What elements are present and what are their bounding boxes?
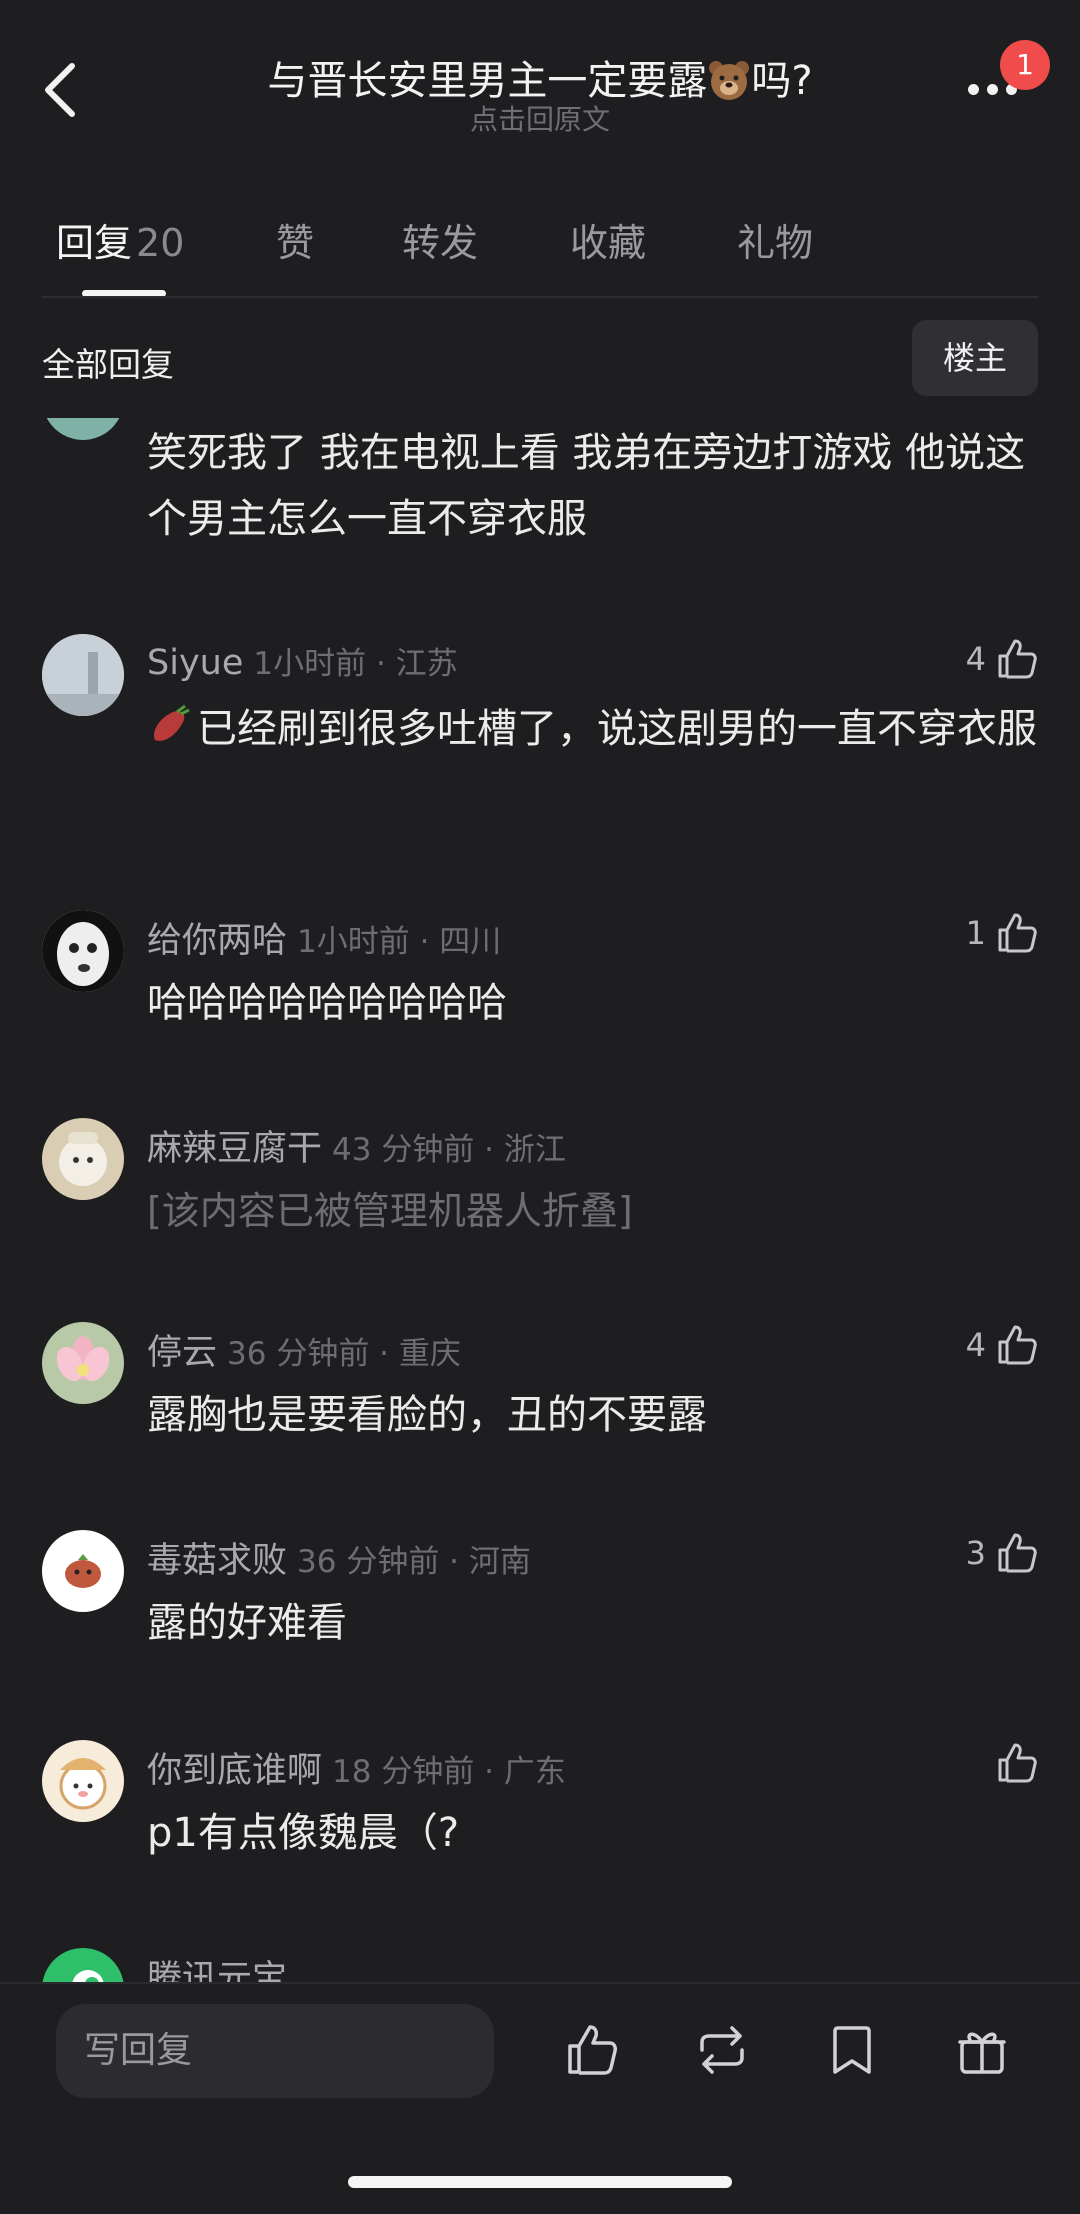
comment-author[interactable]: 毒菇求败 36 分钟前 · 河南: [147, 1532, 531, 1583]
like-count: 4: [965, 640, 986, 678]
thumbs-up-icon: [998, 1325, 1037, 1365]
thumbs-up-icon: [998, 639, 1037, 679]
reply-input[interactable]: 写回复: [56, 2004, 494, 2098]
like-count: 1: [965, 914, 986, 952]
author-name: 给你两哈: [147, 921, 288, 961]
avatar[interactable]: [42, 1530, 124, 1612]
avatar[interactable]: [42, 1118, 124, 1200]
author-name: 麻辣豆腐干: [147, 1129, 323, 1169]
comment-author[interactable]: 停云 36 分钟前 · 重庆: [147, 1324, 461, 1375]
sweet-potato-emoji-icon: [147, 702, 191, 746]
thumbs-up-icon: [998, 913, 1037, 953]
bear-emoji-icon: [707, 58, 751, 102]
avatar-image: [42, 1948, 124, 1982]
thumbs-up-icon: [998, 1743, 1037, 1783]
more-dot: [987, 84, 998, 95]
notification-badge: 1: [1000, 40, 1050, 90]
avatar[interactable]: [42, 910, 124, 992]
gift-button[interactable]: [952, 2020, 1012, 2080]
avatar[interactable]: [42, 1740, 124, 1822]
avatar[interactable]: [42, 1322, 124, 1404]
comment-author[interactable]: 给你两哈 1小时前 · 四川: [147, 912, 501, 963]
op-only-button[interactable]: 楼主: [912, 320, 1038, 396]
author-name: 腾讯元宝: [147, 1959, 288, 1982]
avatar-image: [42, 1530, 124, 1612]
author-name: 毒菇求败: [147, 1541, 288, 1581]
tab-likes[interactable]: 赞: [276, 212, 314, 267]
comment-text: 露的好难看: [147, 1600, 347, 1646]
tab-reposts[interactable]: 转发: [402, 212, 478, 267]
repost-icon: [700, 2026, 744, 2074]
comment-meta: 1小时前 · 江苏: [253, 646, 458, 682]
comment-meta: 36 分钟前 · 河南: [297, 1544, 531, 1580]
like-count: 4: [965, 1326, 986, 1364]
avatar-image: [42, 1322, 124, 1404]
tab-favorites[interactable]: 收藏: [570, 212, 646, 267]
avatar[interactable]: [42, 1948, 124, 1982]
avatar-image: [42, 634, 124, 716]
comment-body: 已经刷到很多吐槽了，说这剧男的一直不穿衣服: [147, 696, 1047, 762]
comment-author[interactable]: 腾讯元宝: [147, 1950, 287, 1982]
like-button[interactable]: [994, 1738, 1040, 1788]
thumbs-up-icon: [998, 1533, 1037, 1573]
comment-meta: 43 分钟前 · 浙江: [332, 1132, 566, 1168]
author-name: 停云: [147, 1333, 218, 1373]
like-button[interactable]: 3: [966, 1528, 1040, 1578]
comment-text: 笑死我了 我在电视上看 我弟在旁边打游戏 他说这个男主怎么一直不穿衣服: [147, 430, 1026, 542]
like-count: 3: [965, 1534, 986, 1572]
comment-text: 哈哈哈哈哈哈哈哈哈: [147, 980, 507, 1026]
comment-text: 露胸也是要看脸的，丑的不要露: [147, 1392, 707, 1438]
more-dot: [968, 84, 979, 95]
like-button[interactable]: 1: [966, 908, 1040, 958]
avatar[interactable]: [42, 634, 124, 716]
comment-author[interactable]: 麻辣豆腐干 43 分钟前 · 浙江: [147, 1120, 566, 1171]
bookmark-button[interactable]: [822, 2020, 882, 2080]
divider: [42, 296, 1038, 298]
tab-replies[interactable]: 回复 20: [56, 212, 184, 267]
bookmark-icon: [833, 2026, 871, 2074]
comment-author[interactable]: 你到底谁啊 18 分钟前 · 广东: [147, 1742, 566, 1793]
avatar-image: [42, 1740, 124, 1822]
avatar-image: [42, 910, 124, 992]
folded-comment-notice[interactable]: [该内容已被管理机器人折叠]: [147, 1178, 1047, 1244]
reply-count: 20: [136, 221, 185, 265]
all-replies-label: 全部回复: [42, 345, 174, 384]
tab-label: 回复: [56, 221, 133, 265]
comment-author[interactable]: Siyue 1小时前 · 江苏: [147, 638, 458, 683]
author-name: Siyue: [147, 643, 244, 683]
like-button[interactable]: 4: [966, 634, 1040, 684]
like-button[interactable]: 4: [966, 1320, 1040, 1370]
repost-button[interactable]: [692, 2020, 752, 2080]
like-icon: [568, 2025, 617, 2075]
gift-icon: [958, 2032, 1006, 2074]
back-to-original-link[interactable]: 点击回原文: [0, 98, 1080, 138]
like-post-button[interactable]: [562, 2020, 622, 2080]
comment-text: p1有点像魏晨（?: [147, 1810, 460, 1856]
author-name: 你到底谁啊: [147, 1751, 323, 1791]
comment-text: 已经刷到很多吐槽了，说这剧男的一直不穿衣服: [197, 706, 1037, 752]
comment-meta: 36 分钟前 · 重庆: [227, 1336, 461, 1372]
comment-meta: 1小时前 · 四川: [297, 924, 502, 960]
avatar-image: [42, 1118, 124, 1200]
tab-gifts[interactable]: 礼物: [737, 212, 813, 267]
comment-meta: 18 分钟前 · 广东: [332, 1754, 566, 1790]
home-indicator: [348, 2176, 732, 2188]
